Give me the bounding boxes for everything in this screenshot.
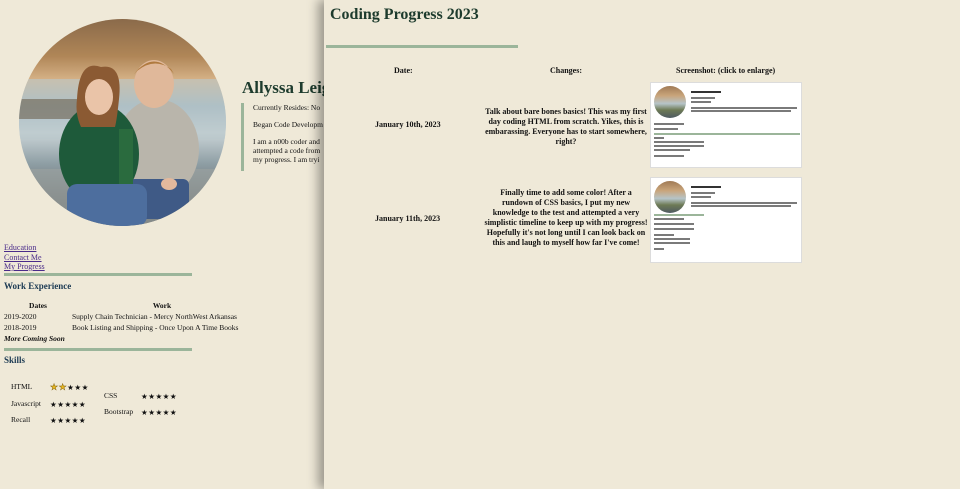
star-icon: ★★★ [67, 383, 89, 392]
bio-line: attempted a code from [253, 146, 321, 155]
work-table: Dates Work 2019-2020 Supply Chain Techni… [4, 300, 252, 344]
skill-html-label: HTML [11, 382, 33, 391]
star-icon: ★★★★★ [50, 416, 87, 425]
skill-css-rating: ★★★★★ [141, 392, 177, 401]
skill-html-rating: ★★★★★ [50, 382, 89, 393]
table-row: More Coming Soon [4, 333, 252, 344]
row-date: January 11th, 2023 [375, 214, 441, 223]
section-divider [4, 348, 192, 351]
panel-title: Coding Progress 2023 [330, 6, 479, 23]
bio-block: Currently Resides: No Began Code Develop… [241, 103, 331, 171]
nav-links: Education Contact Me My Progress [4, 243, 45, 272]
skill-recall-label: Recall [11, 415, 31, 424]
thumbnail-photo [654, 181, 686, 213]
skill-javascript-label: Javascript [11, 399, 41, 408]
skill-recall-rating: ★★★★★ [50, 416, 86, 425]
star-filled-icon: ★ [50, 382, 59, 392]
work-date: 2019-2020 [4, 312, 37, 321]
row-changes: Talk about bare bones basics! This was m… [485, 107, 647, 146]
bio-began: Began Code Developm [253, 120, 323, 129]
row-changes: Finally time to add some color! After a … [484, 188, 648, 247]
panel-divider [326, 45, 518, 48]
nav-link-my-progress[interactable]: My Progress [4, 262, 45, 272]
progress-panel: Coding Progress 2023 Date: Changes: Scre… [324, 0, 960, 489]
work-header-dates: Dates [29, 301, 47, 310]
work-description: Supply Chain Technician - Mercy NorthWes… [72, 312, 237, 321]
work-table-header: Dates Work [4, 300, 252, 311]
thumbnail-photo [654, 86, 686, 118]
work-description: Book Listing and Shipping - Once Upon A … [72, 323, 239, 332]
more-coming-soon: More Coming Soon [4, 334, 65, 343]
section-divider [4, 273, 192, 276]
profile-photo [19, 19, 226, 226]
star-icon: ★★★★★ [141, 392, 178, 401]
star-icon: ★★★★★ [50, 400, 87, 409]
skill-bootstrap-rating: ★★★★★ [141, 408, 177, 417]
profile-name: Allyssa Leig [242, 78, 331, 97]
bio-residence: Currently Resides: No [253, 103, 321, 112]
column-header-screenshot: Screenshot: (click to enlarge) [676, 66, 776, 75]
work-experience-title: Work Experience [4, 281, 72, 291]
column-header-date: Date: [394, 66, 413, 75]
table-row: 2018-2019 Book Listing and Shipping - On… [4, 322, 252, 333]
bio-line: my progress. I am tryi [253, 155, 320, 164]
skill-bootstrap-label: Bootstrap [104, 407, 134, 416]
nav-link-contact-me[interactable]: Contact Me [4, 253, 45, 263]
star-icon: ★★★★★ [141, 408, 178, 417]
skills-title: Skills [4, 355, 26, 365]
work-header-work: Work [152, 301, 172, 310]
skill-css-label: CSS [104, 391, 118, 400]
screenshot-thumbnail[interactable] [650, 177, 802, 263]
row-date: January 10th, 2023 [375, 120, 441, 129]
work-date: 2018-2019 [4, 323, 37, 332]
bio-line: I am a n00b coder and [253, 137, 320, 146]
nav-link-education[interactable]: Education [4, 243, 45, 253]
column-header-changes: Changes: [550, 66, 583, 75]
star-filled-icon: ★ [58, 382, 68, 392]
screenshot-thumbnail[interactable] [650, 82, 802, 168]
table-row: 2019-2020 Supply Chain Technician - Merc… [4, 311, 252, 322]
skill-javascript-rating: ★★★★★ [50, 400, 86, 409]
